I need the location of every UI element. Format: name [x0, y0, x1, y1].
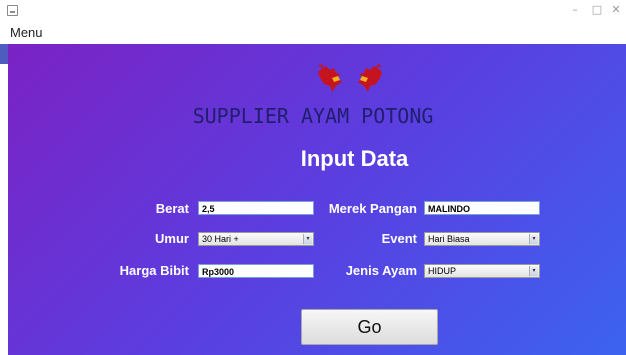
menu-item-menu[interactable]: Menu [10, 25, 43, 40]
event-select[interactable]: Hari Biasa ▾ [424, 232, 540, 246]
page-title: Input Data [300, 146, 409, 171]
left-edge-strip [0, 44, 8, 64]
event-label: Event [381, 231, 417, 246]
umur-select-value: 30 Hari + [202, 234, 239, 244]
menu-bar: Menu [0, 22, 626, 44]
jenis-ayam-select-value: HIDUP [428, 266, 457, 276]
harga-bibit-label: Harga Bibit [119, 263, 189, 278]
maximize-button[interactable]: □ [587, 3, 607, 17]
merek-pangan-field[interactable]: MALINDO [424, 201, 540, 215]
berat-label: Berat [155, 201, 189, 216]
dropdown-arrow-icon[interactable]: ▾ [529, 266, 538, 276]
harga-bibit-field[interactable]: Rp3000 [198, 264, 314, 278]
app-window-icon [7, 5, 18, 16]
merek-pangan-label: Merek Pangan [328, 201, 417, 216]
dropdown-arrow-icon[interactable]: ▾ [303, 234, 312, 244]
roosters-logo-icon [318, 64, 382, 92]
jenis-ayam-select[interactable]: HIDUP ▾ [424, 264, 540, 278]
go-button[interactable]: Go [301, 309, 438, 345]
close-button[interactable]: ✕ [606, 3, 626, 17]
event-select-value: Hari Biasa [428, 234, 470, 244]
umur-label: Umur [155, 231, 189, 246]
dropdown-arrow-icon[interactable]: ▾ [529, 234, 538, 244]
brand-title: SUPPLIER AYAM POTONG [192, 104, 434, 128]
minimize-button[interactable]: – [565, 3, 585, 17]
berat-field[interactable]: 2,5 [198, 201, 314, 215]
umur-select[interactable]: 30 Hari + ▾ [198, 232, 314, 246]
jenis-ayam-label: Jenis Ayam [345, 263, 417, 278]
title-bar: – □ ✕ [0, 0, 626, 22]
